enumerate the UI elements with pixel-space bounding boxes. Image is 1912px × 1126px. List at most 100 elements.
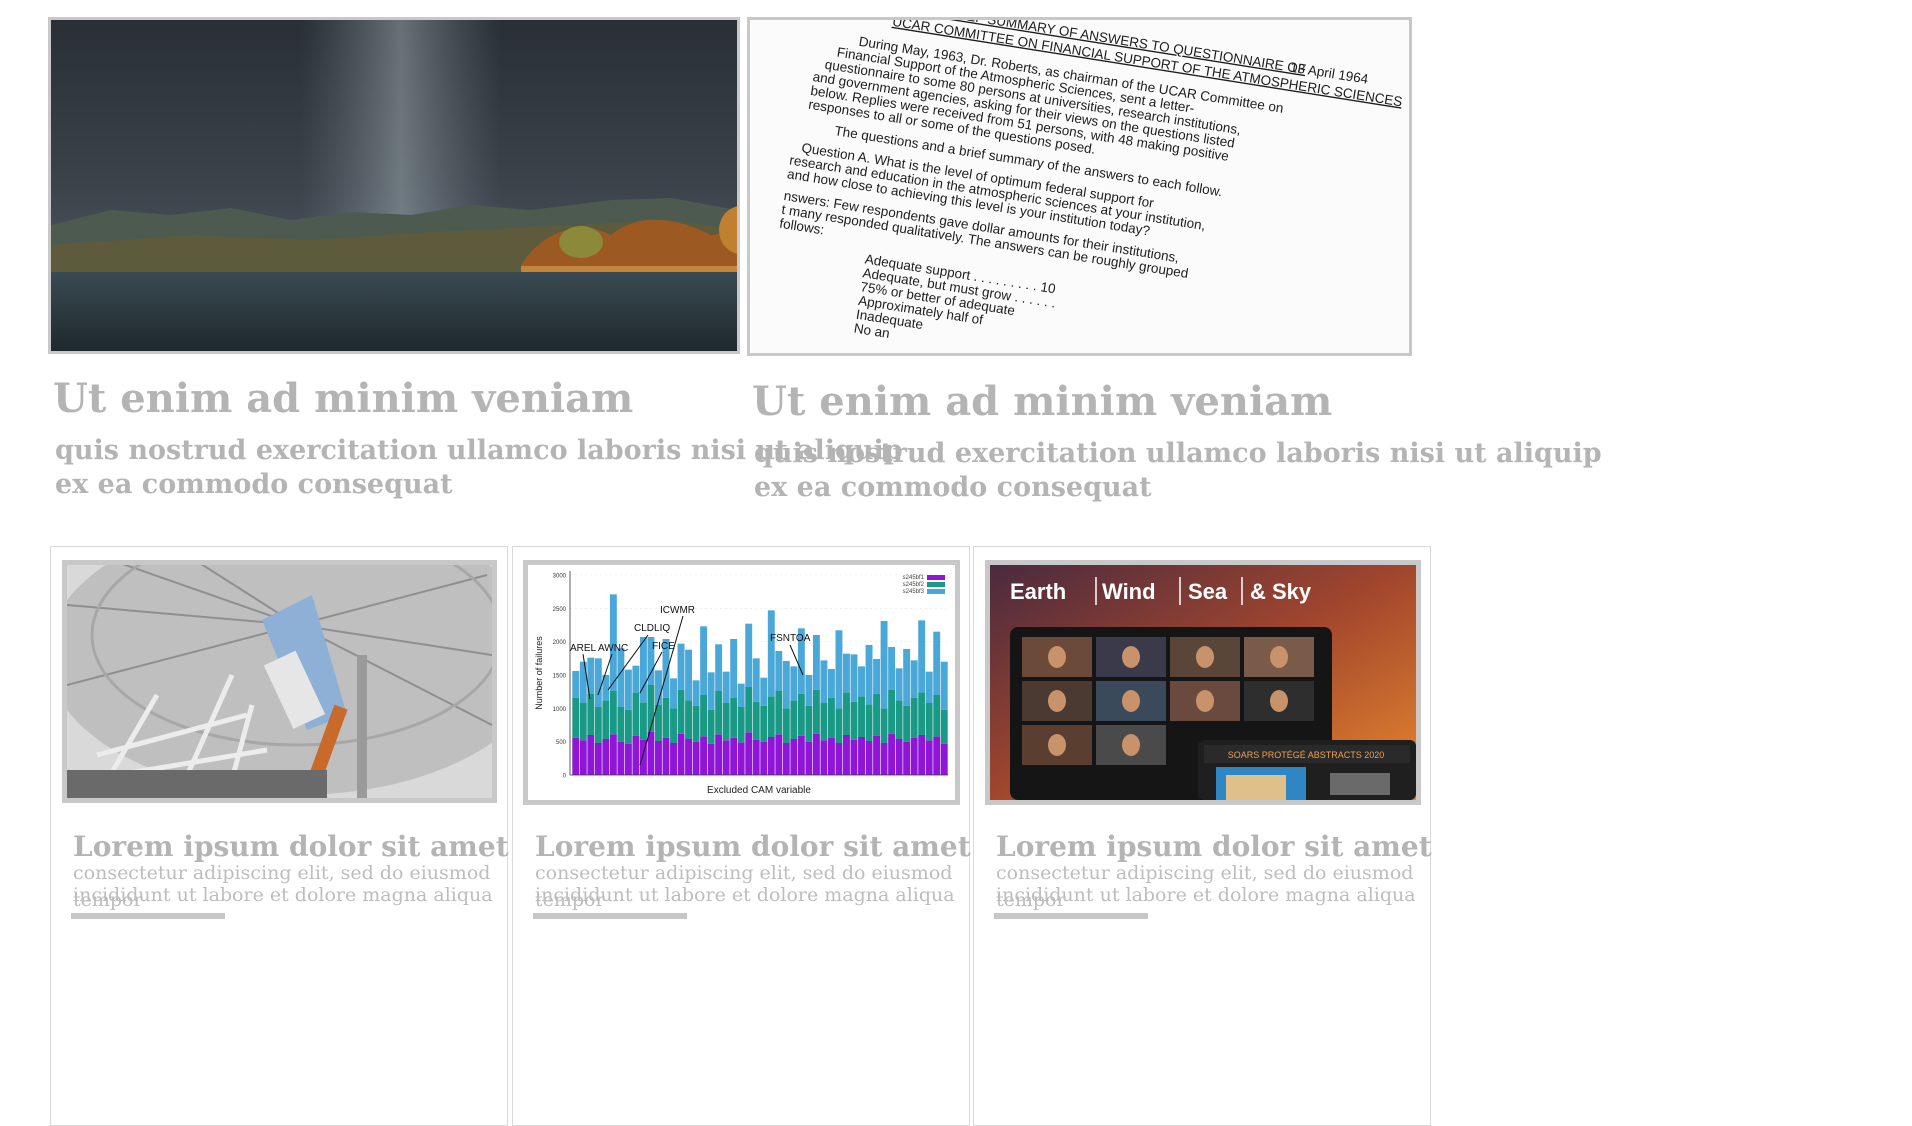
chart-ytick-label: 3000 <box>553 574 567 580</box>
chart-bar-s245bf3 <box>858 666 865 697</box>
chart-ytick-label: 2500 <box>553 607 567 613</box>
storm-over-lake-photo <box>51 20 737 351</box>
chart-bar-s245bf3 <box>730 639 738 698</box>
chart-bar-s245bf3 <box>685 649 693 701</box>
soars-word-wind: Wind <box>1102 579 1156 604</box>
feature-subtitle-1-line2: ex ea commodo consequat <box>55 469 453 500</box>
chart-bar-s245bf2 <box>752 701 760 740</box>
chart-bar-s245bf2 <box>647 685 655 732</box>
chart-bar-s245bf2 <box>639 702 647 740</box>
chart-bar-s245bf1 <box>820 740 828 775</box>
chart-bar-s245bf2 <box>587 693 595 735</box>
card-title-1[interactable]: Lorem ipsum dolor sit amet <box>73 830 509 863</box>
chart-bar-s245bf3 <box>843 653 850 693</box>
chart-bar-s245bf3 <box>835 630 843 709</box>
chart-bar-s245bf3 <box>873 659 881 694</box>
card-button-bar-2[interactable] <box>533 913 687 919</box>
chart-bar-s245bf2 <box>707 709 715 744</box>
chart-bar-s245bf1 <box>609 734 617 775</box>
chart-bar-s245bf3 <box>812 635 820 690</box>
legend-label-3: s245bf3 <box>903 589 925 595</box>
participant-avatar <box>1196 690 1214 712</box>
annotation-cldliq: CLDLIQ <box>634 623 670 634</box>
chart-bar-s245bf1 <box>903 741 911 775</box>
card-body-2-line2: incididunt ut labore et dolore magna ali… <box>535 884 955 906</box>
chart-bar-s245bf1 <box>730 737 738 775</box>
chart-bar-s245bf1 <box>925 740 933 775</box>
chart-ylabel: Number of failures <box>534 636 544 710</box>
chart-bar-s245bf3 <box>827 669 835 698</box>
chart-bar-s245bf2 <box>700 695 708 737</box>
feature-image-storm[interactable] <box>48 17 740 354</box>
chart-legend: s245bf1 s245bf2 s245bf3 <box>903 575 945 595</box>
participant-avatar <box>1122 734 1140 756</box>
annotation-icwmr: ICWMR <box>660 605 695 616</box>
chart-bar-s245bf3 <box>700 626 708 695</box>
chart-bar-s245bf2 <box>715 691 723 735</box>
chart-bar-s245bf1 <box>880 743 888 775</box>
chart-bar-s245bf3 <box>775 651 783 691</box>
chart-bar-s245bf2 <box>858 696 865 737</box>
soars-abstracts-label: SOARS PROTÉGÉ ABSTRACTS 2020 <box>1228 750 1385 760</box>
participant-avatar <box>1270 646 1288 668</box>
card-image-observatory[interactable] <box>62 560 497 803</box>
chart-bar-s245bf3 <box>865 645 873 705</box>
card-title-3[interactable]: Lorem ipsum dolor sit amet <box>996 830 1432 863</box>
chart-bar-s245bf2 <box>602 700 610 739</box>
chart-bar-s245bf2 <box>925 703 933 741</box>
chart-bar-s245bf2 <box>835 708 843 743</box>
chart-bar-s245bf1 <box>918 735 926 775</box>
chart-bar-s245bf2 <box>865 704 873 741</box>
observatory-dome-photo <box>67 565 492 798</box>
chart-bar-s245bf2 <box>918 692 926 735</box>
chart-bar-s245bf3 <box>880 621 888 709</box>
chart-bar-s245bf1 <box>790 739 798 775</box>
card-image-soars[interactable]: Earth Wind Sea & Sky SOARS PROTÉGÉ ABSTR… <box>985 560 1421 805</box>
chart-bar-s245bf1 <box>805 741 813 775</box>
chart-bar-s245bf1 <box>760 741 768 775</box>
card-image-chart[interactable]: 0 500 1000 1500 2000 2500 3000 Excluded CAM va… <box>523 560 960 805</box>
chart-ytick-label: 2000 <box>553 640 567 646</box>
card-title-2[interactable]: Lorem ipsum dolor sit amet <box>535 830 971 863</box>
card-soars[interactable]: Earth Wind Sea & Sky SOARS PROTÉGÉ ABSTR… <box>973 546 1432 1126</box>
chart-bar-s245bf3 <box>632 665 640 693</box>
chart-xlabel: Excluded CAM variable <box>707 785 811 796</box>
chart-bar-s245bf3 <box>790 666 798 701</box>
chart-bar-s245bf2 <box>722 703 730 741</box>
participant-avatar <box>1270 690 1288 712</box>
chart-bar-s245bf2 <box>940 709 948 744</box>
feature-image-document[interactable]: 13 April 1964 BRIEF SUMMARY OF ANSWERS T… <box>747 17 1412 356</box>
chart-bar-s245bf3 <box>624 669 632 710</box>
chart-bar-s245bf1 <box>812 733 820 775</box>
chart-bar-s245bf2 <box>745 687 753 733</box>
chart-bar-s245bf3 <box>707 672 715 710</box>
legend-swatch-2 <box>927 582 945 587</box>
chart-bar-s245bf2 <box>933 695 941 737</box>
chart-bar-s245bf1 <box>579 740 587 775</box>
feature-title-2[interactable]: Ut enim ad minim veniam <box>752 378 1332 425</box>
card-chart[interactable]: 0 500 1000 1500 2000 2500 3000 Excluded CAM va… <box>512 546 971 1126</box>
chart-bar-s245bf3 <box>933 631 941 695</box>
soars-word-sky: & Sky <box>1250 579 1312 604</box>
chart-bar-s245bf1 <box>715 734 723 775</box>
chart-bar-s245bf1 <box>933 736 941 775</box>
feature-subtitle-2-line2: ex ea commodo consequat <box>754 472 1152 503</box>
participant-avatar <box>1196 646 1214 668</box>
chart-bar-s245bf2 <box>662 697 670 738</box>
chart-bar-s245bf2 <box>594 707 602 743</box>
chart-bar-s245bf2 <box>812 689 820 734</box>
chart-bar-s245bf2 <box>572 697 580 738</box>
chart-bar-s245bf3 <box>677 643 685 690</box>
chart-bar-s245bf1 <box>700 736 708 775</box>
card-observatory[interactable]: Lorem ipsum dolor sit amet consectetur a… <box>50 546 509 1126</box>
legend-label-2: s245bf2 <box>903 582 925 588</box>
card-button-bar-1[interactable] <box>71 913 225 919</box>
annotation-arel: AREL <box>570 643 597 654</box>
chart-bar-s245bf2 <box>873 693 881 736</box>
card-button-bar-3[interactable] <box>994 913 1148 919</box>
participant-avatar <box>1048 690 1066 712</box>
legend-swatch-3 <box>927 589 945 594</box>
chart-bar-s245bf1 <box>910 737 918 775</box>
chart-bar-s245bf3 <box>925 671 933 703</box>
feature-title-1[interactable]: Ut enim ad minim veniam <box>53 375 633 422</box>
